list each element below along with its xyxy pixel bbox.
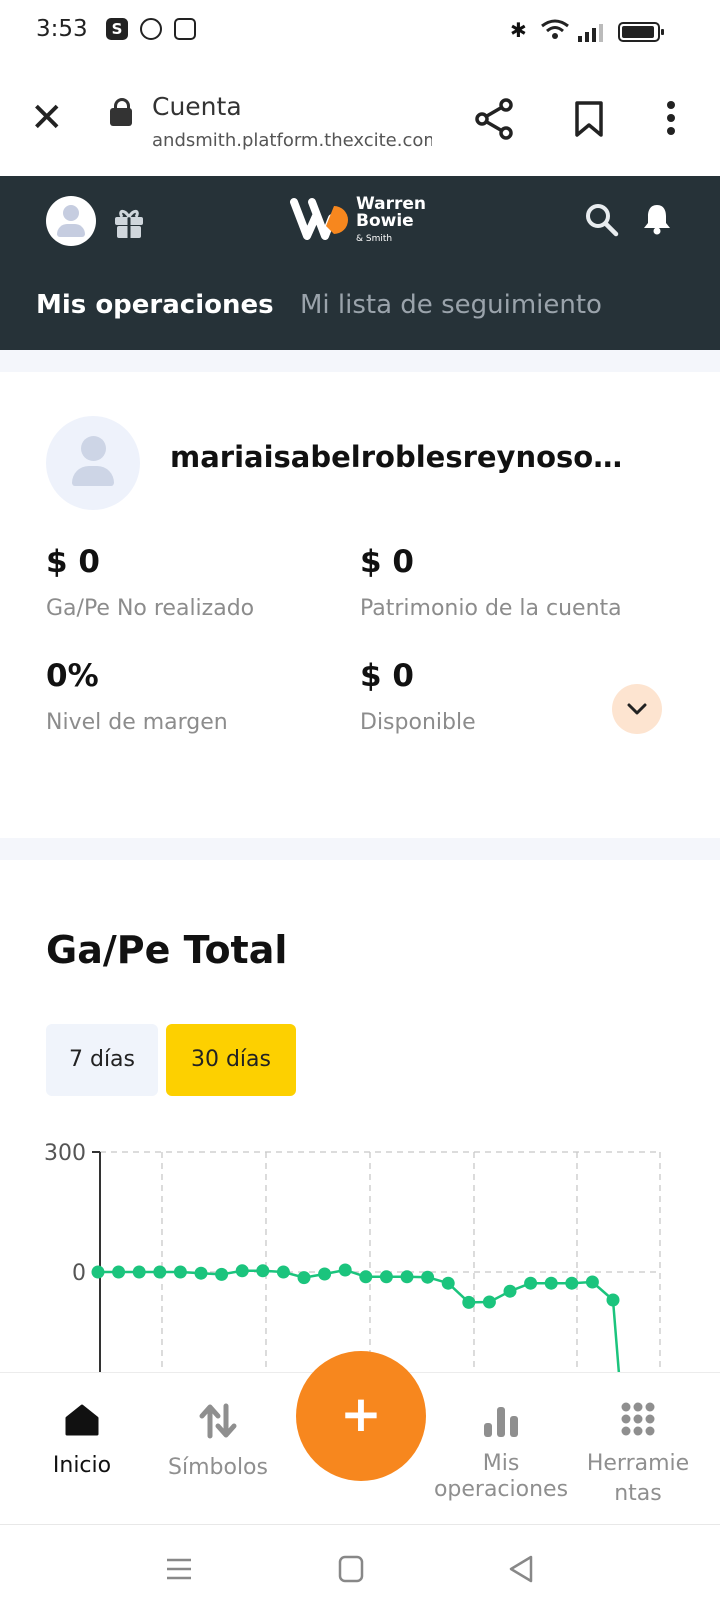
brand-name: Warren Bowie & Smith [356, 196, 426, 248]
pnl-line-chart: 300 0 [44, 1141, 661, 1372]
profile-avatar[interactable] [46, 196, 96, 246]
recent-apps-icon[interactable] [166, 1557, 192, 1581]
coin-icon [140, 18, 162, 40]
account-equity-label: Patrimonio de la cuenta [360, 596, 622, 621]
account-email: mariaisabelroblesreynoso@gmail.com [170, 440, 650, 474]
brand-line2: Bowie [356, 211, 414, 231]
nav-inicio[interactable]: Inicio [40, 1403, 124, 1478]
nav-mis-operaciones-label: Mis operaciones [433, 1451, 569, 1502]
app-header: Warren Bowie & Smith Mis operaciones Mi … [0, 176, 720, 350]
nav-inicio-label: Inicio [52, 1453, 112, 1478]
home-button-icon[interactable] [338, 1555, 364, 1583]
pnl-card: Ga/Pe Total 7 días 30 días 300 0 [0, 860, 720, 1372]
available-value: $ 0 [360, 658, 414, 694]
data-point [503, 1284, 517, 1298]
data-point [132, 1265, 146, 1279]
data-point [400, 1270, 414, 1284]
nav-simbolos-label: Símbolos [168, 1455, 268, 1480]
status-bar: 3:53 S ✱ [0, 0, 720, 64]
margin-level-value: 0% [46, 658, 99, 694]
y-tick-label: 300 [44, 1141, 86, 1166]
add-fab-button[interactable]: + [296, 1351, 426, 1481]
bookmark-icon[interactable] [574, 100, 604, 142]
page-title: Cuenta [152, 92, 242, 121]
app-notification-icon: S [106, 18, 128, 40]
system-navigation-bar [0, 1524, 720, 1613]
browser-toolbar: ✕ Cuenta andsmith.platform.thexcite.com [0, 64, 720, 177]
data-point [235, 1264, 249, 1278]
swap-arrows-icon [199, 1403, 237, 1439]
share-icon[interactable] [474, 98, 514, 144]
account-equity-value: $ 0 [360, 544, 414, 580]
url-text[interactable]: andsmith.platform.thexcite.com [152, 130, 432, 151]
account-summary-card: mariaisabelroblesreynoso@gmail.com $ 0 G… [0, 372, 720, 838]
data-point [524, 1276, 538, 1290]
data-point [441, 1276, 455, 1290]
bell-icon[interactable] [642, 202, 672, 240]
app-icon [174, 18, 196, 40]
data-point [544, 1276, 558, 1290]
y-tick-label: 0 [72, 1261, 86, 1286]
user-avatar [46, 416, 140, 510]
data-point [359, 1270, 373, 1284]
status-time: 3:53 [36, 16, 88, 42]
range-7-days-button[interactable]: 7 días [46, 1024, 158, 1096]
data-point [215, 1267, 229, 1281]
data-point [91, 1265, 105, 1279]
data-point [421, 1270, 435, 1284]
margin-level-label: Nivel de margen [46, 710, 228, 735]
data-point [297, 1271, 311, 1285]
range-30-days-button[interactable]: 30 días [166, 1024, 296, 1096]
signal-icon [578, 22, 603, 42]
data-point [606, 1293, 620, 1307]
tab-mis-operaciones[interactable]: Mis operaciones [36, 290, 274, 320]
battery-icon [618, 22, 664, 42]
lock-icon[interactable] [110, 98, 132, 126]
more-options-icon[interactable] [666, 100, 676, 140]
wifi-icon [540, 18, 570, 45]
bottom-navigation: Inicio Símbolos + Mis operaciones Herram… [0, 1351, 720, 1525]
data-point [565, 1276, 579, 1290]
tab-mi-lista-de-seguimiento[interactable]: Mi lista de seguimiento [300, 290, 602, 320]
data-point [585, 1275, 599, 1289]
expand-button[interactable] [612, 684, 662, 734]
search-icon[interactable] [584, 202, 620, 242]
data-point [462, 1295, 476, 1309]
data-point [153, 1265, 167, 1279]
unrealized-pnl-value: $ 0 [46, 544, 100, 580]
data-point [256, 1264, 270, 1278]
bar-chart-icon [484, 1407, 518, 1437]
data-point [112, 1265, 126, 1279]
home-icon [65, 1404, 99, 1436]
grid-icon [621, 1402, 655, 1436]
close-icon[interactable]: ✕ [30, 98, 64, 138]
data-point [276, 1265, 290, 1279]
data-point [173, 1265, 187, 1279]
nav-herramientas-label: Herramientas [586, 1451, 690, 1506]
brand-line3: & Smith [356, 234, 393, 244]
unrealized-pnl-label: Ga/Pe No realizado [46, 596, 255, 621]
pnl-title: Ga/Pe Total [46, 928, 288, 972]
gift-icon[interactable] [112, 206, 146, 244]
nav-simbolos[interactable]: Símbolos [158, 1403, 278, 1480]
back-icon[interactable] [508, 1555, 534, 1583]
data-point [318, 1267, 332, 1281]
nav-mis-operaciones[interactable]: Mis operaciones [426, 1403, 576, 1503]
nav-herramientas[interactable]: Herramientas [584, 1401, 692, 1509]
data-point [379, 1270, 393, 1284]
bluetooth-icon: ✱ [510, 18, 527, 42]
data-point [338, 1263, 352, 1277]
brand-logo [290, 196, 352, 246]
available-label: Disponible [360, 710, 476, 735]
data-point [482, 1295, 496, 1309]
data-point [194, 1266, 208, 1280]
chevron-down-icon [627, 703, 647, 715]
